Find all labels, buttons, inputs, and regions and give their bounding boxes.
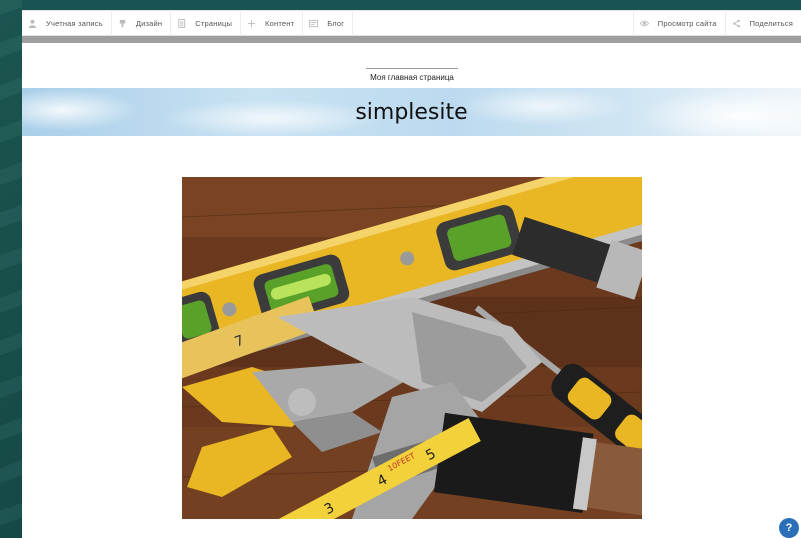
toolbar-shadow-strip [22, 36, 801, 43]
toolbar-share-label: Поделиться [749, 18, 793, 28]
blog-icon [309, 19, 319, 28]
toolbar-pages[interactable]: Страницы [171, 10, 242, 36]
plus-icon [247, 19, 256, 28]
site-title[interactable]: simplesite [22, 100, 801, 125]
eye-icon [639, 19, 649, 28]
toolbar-account[interactable]: Учетная запись [22, 10, 112, 36]
toolbar-blog-label: Блог [327, 18, 345, 28]
page-icon [177, 18, 186, 28]
toolbar-blog[interactable]: Блог [303, 10, 354, 36]
toolbar-preview-label: Просмотр сайта [657, 18, 717, 28]
toolbar-design-label: Дизайн [135, 18, 163, 28]
share-icon [732, 19, 741, 28]
toolbar-preview[interactable]: Просмотр сайта [632, 10, 725, 36]
toolbar-design[interactable]: Дизайн [112, 10, 172, 36]
toolbar-content-label: Контент [265, 18, 295, 28]
editor-window: Учетная запись Дизайн Страницы Контент Б… [22, 0, 801, 538]
toolbar-right-group: Просмотр сайта Поделиться [632, 10, 801, 36]
hero-image[interactable]: 7 3 4 5 10FEET [182, 177, 642, 519]
background-decoration [0, 0, 22, 538]
tools-photo: 7 3 4 5 10FEET [182, 177, 642, 519]
brush-icon [118, 19, 127, 28]
help-button[interactable]: ? [779, 518, 799, 538]
toolbar-share[interactable]: Поделиться [724, 10, 801, 36]
toolbar-content[interactable]: Контент [241, 10, 304, 36]
toolbar-pages-label: Страницы [195, 18, 233, 28]
page-nav-label[interactable]: Моя главная страница [366, 68, 458, 82]
toolbar-account-label: Учетная запись [46, 18, 103, 28]
editor-toolbar: Учетная запись Дизайн Страницы Контент Б… [22, 10, 801, 36]
user-icon [28, 19, 37, 28]
window-top-edge [22, 0, 801, 10]
